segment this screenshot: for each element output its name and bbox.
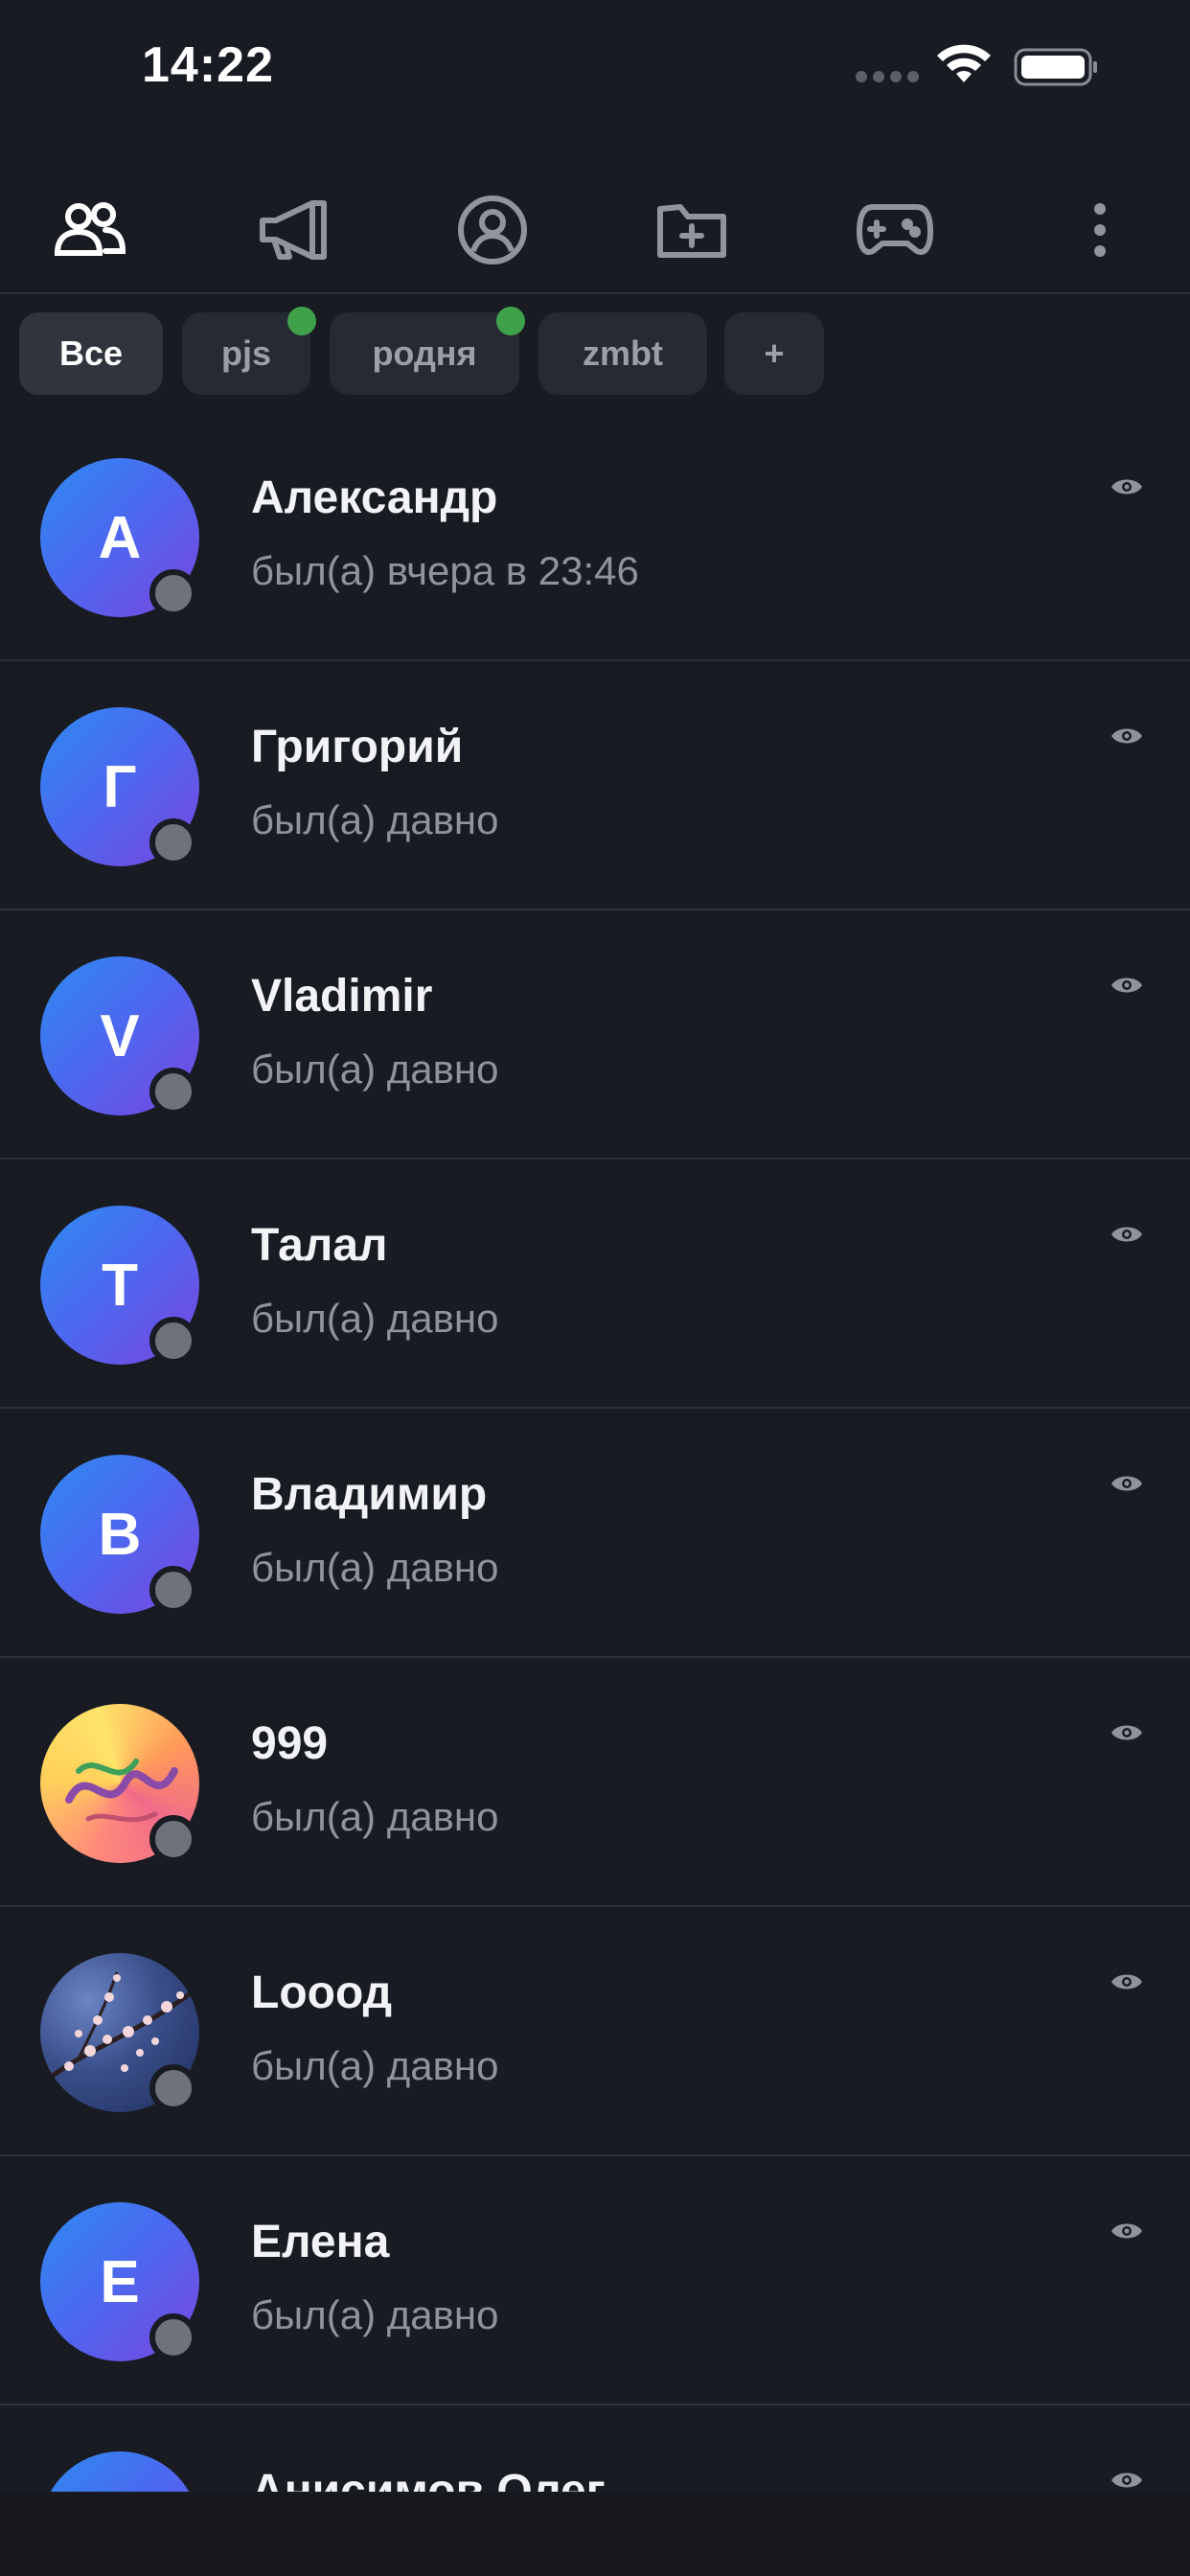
contacts-tab[interactable] (42, 182, 138, 278)
contact-row[interactable]: А Александр был(а) вчера в 23:46 (0, 412, 1190, 661)
contact-row[interactable]: А Анисимов Олег (0, 2405, 1190, 2492)
eye-icon[interactable] (1110, 2469, 1144, 2492)
megaphone-icon (260, 200, 327, 260)
presence-indicator (149, 2313, 197, 2361)
contact-row[interactable]: Е Елена был(а) давно (0, 2156, 1190, 2405)
eye-icon[interactable] (1110, 1721, 1144, 1744)
presence-indicator (149, 818, 197, 866)
contact-name: 999 (251, 1718, 329, 1769)
avatar-initial: Г (103, 753, 137, 820)
contact-name: Looод (251, 1967, 393, 2018)
filter-chip-label: zmbt (583, 334, 663, 373)
last-seen-status: был(а) давно (251, 2043, 499, 2088)
eye-icon[interactable] (1110, 974, 1144, 997)
more-menu-button[interactable] (1052, 182, 1148, 278)
more-vertical-icon (1094, 203, 1106, 257)
contact-row[interactable]: Г Григорий был(а) давно (0, 661, 1190, 910)
last-seen-status: был(а) давно (251, 797, 499, 842)
eye-icon[interactable] (1110, 475, 1144, 498)
channels-tab[interactable] (245, 182, 341, 278)
filter-chip-label: Все (58, 334, 124, 373)
contact-row[interactable]: В Владимир был(а) давно (0, 1409, 1190, 1658)
top-navigation (0, 163, 1190, 294)
bottom-bar (0, 2494, 1190, 2576)
contact-name: Григорий (251, 722, 464, 772)
contacts-icon (54, 202, 126, 256)
profile-tab[interactable] (445, 182, 540, 278)
battery-icon (1014, 48, 1097, 86)
last-seen-status: был(а) давно (251, 1545, 499, 1590)
gamepad-icon (857, 204, 933, 255)
presence-indicator (149, 1068, 197, 1116)
filter-chip-rodnya[interactable]: родня (330, 307, 525, 395)
contact-row[interactable]: 999 был(а) давно (0, 1658, 1190, 1907)
filter-chips: Все pjs родня zmbt + (0, 307, 1190, 397)
wifi-icon (937, 44, 991, 82)
profile-circle-icon (458, 196, 527, 264)
last-seen-status: был(а) давно (251, 2292, 499, 2337)
avatar-initial: А (98, 504, 142, 571)
contact-list: А Александр был(а) вчера в 23:46 Г Григо… (0, 412, 1190, 2492)
contact-name: Анисимов Олег (251, 2466, 606, 2492)
last-seen-status: был(а) давно (251, 1794, 499, 1839)
contact-name: Владимир (251, 1469, 488, 1520)
last-seen-status: был(а) вчера в 23:46 (251, 548, 639, 593)
contact-name: Александр (251, 472, 498, 523)
contact-name: Vladimir (251, 971, 433, 1022)
folder-add-icon (657, 204, 726, 258)
avatar-initial: Е (100, 2248, 140, 2315)
games-tab[interactable] (847, 182, 943, 278)
last-seen-status: был(а) давно (251, 1046, 499, 1092)
presence-indicator (149, 2064, 197, 2112)
eye-icon[interactable] (1110, 1223, 1144, 1246)
filter-chip-all[interactable]: Все (19, 312, 163, 395)
filter-chip-label: pjs (220, 334, 271, 373)
eye-icon[interactable] (1110, 2220, 1144, 2242)
contact-row[interactable]: V Vladimir был(а) давно (0, 910, 1190, 1160)
avatar: А (40, 2451, 199, 2492)
new-indicator-dot (496, 307, 525, 335)
add-filter-button[interactable]: + (724, 312, 824, 395)
avatar-initial: V (100, 1002, 140, 1070)
contact-row[interactable]: Т Талал был(а) давно (0, 1160, 1190, 1409)
filter-chip-label: + (764, 334, 785, 373)
presence-indicator (149, 1815, 197, 1863)
new-indicator-dot (287, 307, 316, 335)
presence-indicator (149, 1566, 197, 1614)
contact-name: Талал (251, 1220, 388, 1271)
contact-row[interactable]: Looод был(а) давно (0, 1907, 1190, 2156)
eye-icon[interactable] (1110, 1472, 1144, 1495)
last-seen-status: был(а) давно (251, 1296, 499, 1341)
filter-chip-label: родня (372, 334, 477, 373)
eye-icon[interactable] (1110, 724, 1144, 748)
filter-chip-zmbt[interactable]: zmbt (538, 312, 707, 395)
status-time: 14:22 (142, 37, 274, 93)
filter-chip-pjs[interactable]: pjs (182, 307, 316, 395)
contact-name: Елена (251, 2217, 390, 2267)
eye-icon[interactable] (1110, 1970, 1144, 1993)
avatar-initial: Т (102, 1252, 138, 1319)
folders-tab[interactable] (644, 182, 740, 278)
avatar-initial: В (98, 1501, 142, 1568)
cellular-signal-icon (856, 71, 919, 82)
presence-indicator (149, 1317, 197, 1365)
status-bar: 14:22 (0, 0, 1190, 163)
presence-indicator (149, 569, 197, 617)
